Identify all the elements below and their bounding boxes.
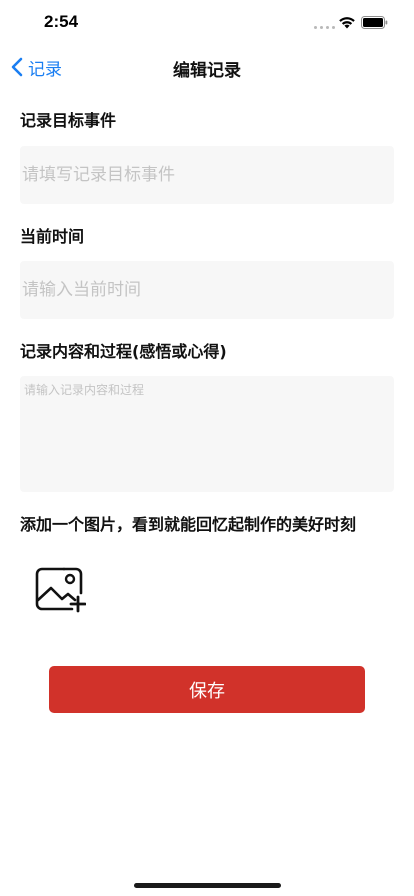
add-image-button[interactable] <box>34 566 87 614</box>
target-event-field <box>20 146 394 204</box>
content-field <box>20 376 394 492</box>
battery-icon <box>361 16 388 29</box>
target-event-label: 记录目标事件 <box>20 111 117 130</box>
status-bar: 2:54 <box>0 0 414 44</box>
target-event-input[interactable] <box>22 146 394 204</box>
current-time-field <box>20 261 394 319</box>
content-label: 记录内容和过程(感悟或心得) <box>20 342 227 361</box>
image-section-label: 添加一个图片，看到就能回忆起制作的美好时刻 <box>20 515 357 534</box>
current-time-label: 当前时间 <box>20 227 85 246</box>
save-button[interactable]: 保存 <box>49 666 365 713</box>
navigation-bar: 记录 编辑记录 <box>0 44 414 88</box>
content-textarea[interactable] <box>24 381 390 487</box>
current-time-input[interactable] <box>22 261 394 319</box>
edit-record-screen: 2:54 记录 编辑记录 记录目标事件 当前时间 <box>0 0 414 896</box>
status-time: 2:54 <box>44 12 79 31</box>
cellular-signal-icon <box>314 26 335 29</box>
wifi-icon <box>339 17 355 29</box>
add-image-icon <box>35 567 87 613</box>
page-title: 编辑记录 <box>173 61 241 81</box>
home-indicator <box>134 883 281 888</box>
